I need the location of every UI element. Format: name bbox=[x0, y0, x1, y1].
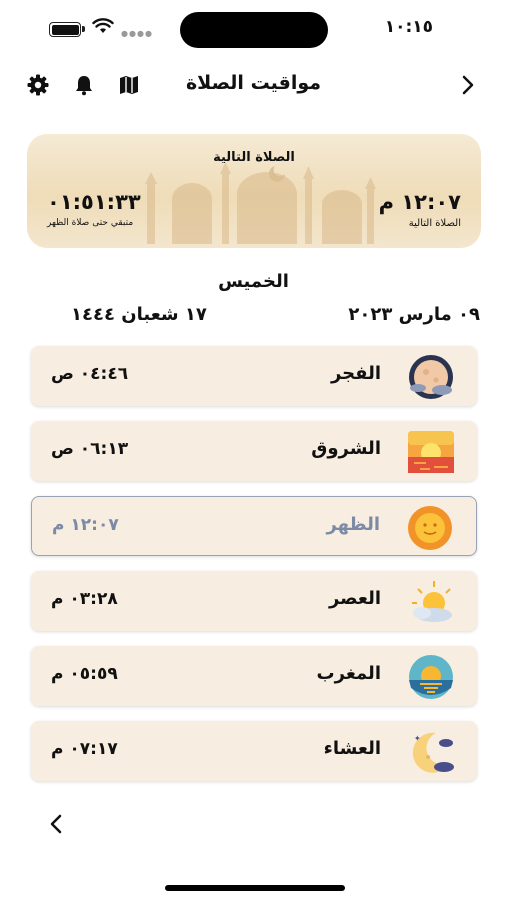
prayer-time: ١٢:٠٧ م bbox=[52, 515, 119, 535]
svg-text:✦: ✦ bbox=[414, 734, 421, 743]
wifi-icon bbox=[92, 18, 114, 33]
crescent-moon-icon: ✦ bbox=[412, 732, 454, 773]
prayer-times-list: الفجر ٠٤:٤٦ ص الشروق ٠٦:١٣ ص الظهر ١٢:٠٧… bbox=[31, 346, 477, 796]
prayer-row-sunrise[interactable]: الشروق ٠٦:١٣ ص bbox=[31, 421, 477, 481]
chevron-left-icon[interactable] bbox=[44, 812, 68, 836]
prayer-time: ٠٤:٤٦ ص bbox=[51, 364, 129, 384]
nav-bar: مواقيت الصلاة bbox=[0, 62, 507, 108]
prayer-time: ٠٣:٢٨ م bbox=[51, 589, 118, 609]
page-title: مواقيت الصلاة bbox=[185, 72, 322, 94]
sunset-sea-icon bbox=[409, 655, 453, 699]
dynamic-island bbox=[180, 12, 328, 48]
prayer-name: المغرب bbox=[316, 663, 381, 684]
status-time: ١٠:١٥ bbox=[384, 17, 433, 37]
next-prayer-label: الصلاة التالية bbox=[408, 218, 461, 229]
next-prayer-time: ١٢:٠٧ م bbox=[378, 190, 461, 214]
prayer-name: العصر bbox=[328, 588, 381, 609]
countdown-label: متبقي حتى صلاة الظهر bbox=[47, 218, 134, 228]
home-indicator[interactable] bbox=[165, 885, 345, 891]
prayer-time: ٠٥:٥٩ م bbox=[51, 664, 118, 684]
prayer-name: العشاء bbox=[323, 738, 381, 759]
day-name: الخميس bbox=[218, 271, 289, 292]
gregorian-date: ٠٩ مارس ٢٠٢٣ bbox=[348, 304, 480, 325]
hijri-date: ١٧ شعبان ١٤٤٤ bbox=[71, 304, 207, 325]
prayer-time: ٠٧:١٧ م bbox=[51, 739, 118, 759]
prayer-name: الشروق bbox=[311, 438, 381, 459]
prayer-row-isha[interactable]: ✦ العشاء ٠٧:١٧ م bbox=[31, 721, 477, 781]
prayer-row-dhuhr[interactable]: الظهر ١٢:٠٧ م bbox=[31, 496, 477, 556]
battery-icon bbox=[49, 22, 81, 37]
sunrise-icon bbox=[408, 431, 454, 473]
prayer-row-fajr[interactable]: الفجر ٠٤:٤٦ ص bbox=[31, 346, 477, 406]
prayer-name: الفجر bbox=[330, 363, 381, 384]
sun-cloud-icon bbox=[412, 581, 452, 622]
moon-clouds-icon bbox=[409, 355, 453, 399]
next-prayer-card: الصلاة التالية ١٢:٠٧ م الصلاة التالية ٠١… bbox=[27, 134, 481, 248]
chevron-right-icon[interactable] bbox=[455, 72, 481, 98]
countdown-timer: ٠١:٥١:٣٣ bbox=[47, 190, 141, 214]
prayer-row-asr[interactable]: العصر ٠٣:٢٨ م bbox=[31, 571, 477, 631]
sun-icon bbox=[408, 506, 452, 550]
status-bar: ●●●● ١٠:١٥ bbox=[0, 0, 507, 56]
signal-dots-icon: ●●●● bbox=[121, 29, 153, 38]
prayer-name: الظهر bbox=[326, 514, 380, 535]
prayer-time: ٠٦:١٣ ص bbox=[51, 439, 129, 459]
next-prayer-title: الصلاة التالية bbox=[213, 150, 295, 165]
prayer-row-maghrib[interactable]: المغرب ٠٥:٥٩ م bbox=[31, 646, 477, 706]
battery-tip bbox=[82, 26, 85, 32]
